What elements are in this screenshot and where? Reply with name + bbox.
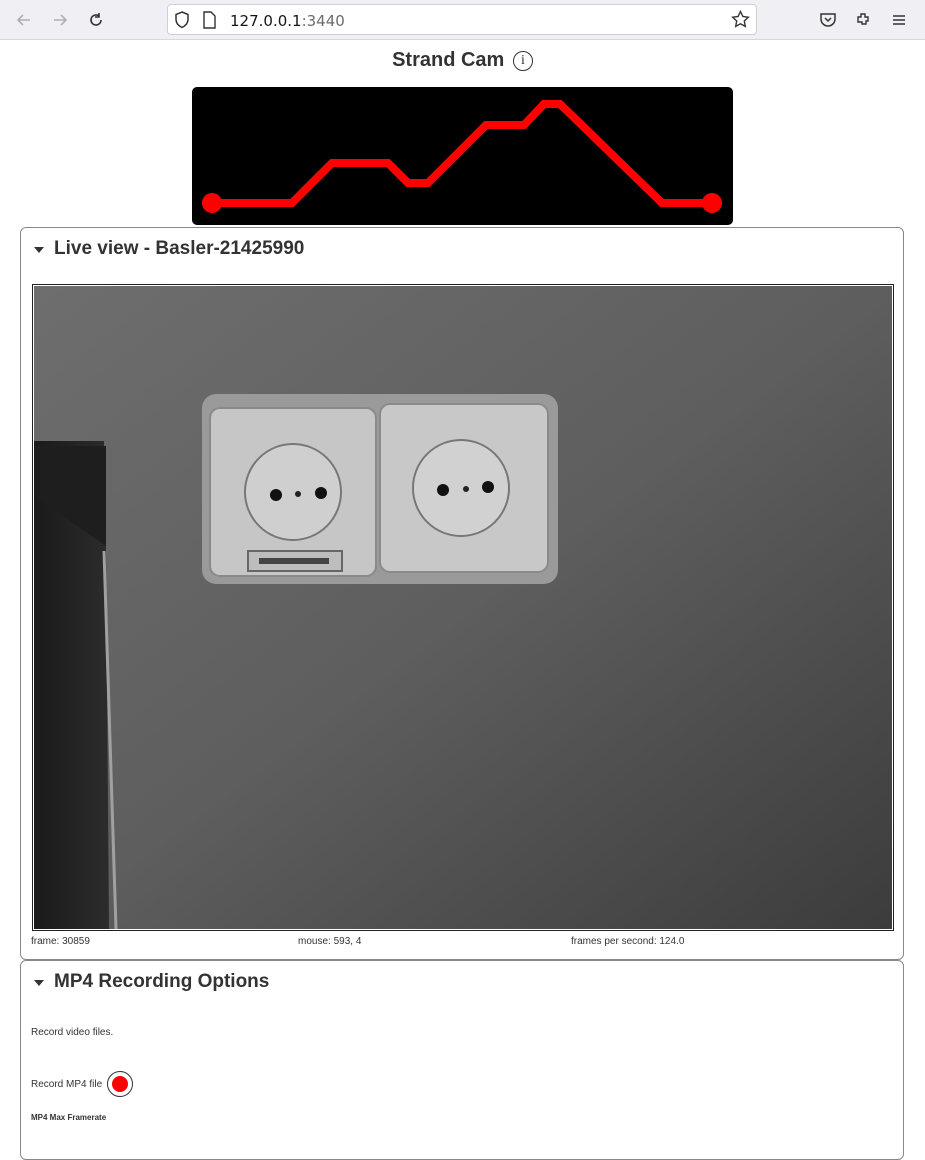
collapse-caret-icon[interactable] — [34, 980, 44, 986]
page-title: Strand Cam i — [0, 49, 925, 72]
collapse-caret-icon[interactable] — [34, 247, 44, 253]
browser-toolbar: 127.0.0.1:3440 — [0, 0, 925, 40]
frame-counter: frame: 30859 — [31, 936, 90, 947]
extensions-icon[interactable] — [852, 8, 876, 32]
record-mp4-button[interactable] — [107, 1071, 134, 1097]
reload-icon[interactable] — [84, 8, 108, 32]
fps-readout: frames per second: 124.0 — [571, 936, 685, 947]
record-mp4-row: Record MP4 file — [31, 1071, 134, 1097]
mp4-options-header[interactable]: MP4 Recording Options — [34, 971, 269, 993]
mp4-options-panel: MP4 Recording Options Record video files… — [20, 960, 904, 1160]
shield-icon[interactable] — [174, 11, 190, 34]
url-text[interactable]: 127.0.0.1:3440 — [230, 12, 345, 30]
mp4-options-title: MP4 Recording Options — [54, 971, 270, 992]
live-view-panel: Live view - Basler-21425990 frame: 30859… — [20, 227, 904, 960]
record-mp4-label: Record MP4 file — [31, 1078, 103, 1090]
menu-icon[interactable] — [887, 8, 911, 32]
record-dot-icon — [112, 1076, 129, 1092]
pocket-icon[interactable] — [816, 8, 840, 32]
page-title-text: Strand Cam — [392, 49, 505, 71]
back-arrow-icon[interactable] — [12, 8, 36, 32]
url-bar[interactable]: 127.0.0.1:3440 — [167, 4, 757, 35]
mp4-description: Record video files. — [31, 1027, 114, 1038]
mouse-position: mouse: 593, 4 — [298, 936, 362, 947]
bookmark-star-icon[interactable] — [731, 9, 750, 34]
live-view-title: Live view - Basler-21425990 — [54, 238, 305, 259]
live-view-header[interactable]: Live view - Basler-21425990 — [34, 238, 304, 260]
mp4-max-framerate-label: MP4 Max Framerate — [31, 1113, 107, 1122]
strand-logo — [192, 87, 733, 225]
forward-arrow-icon[interactable] — [48, 8, 72, 32]
camera-image[interactable] — [32, 284, 894, 931]
info-icon[interactable]: i — [512, 51, 533, 71]
page-icon[interactable] — [202, 11, 216, 34]
